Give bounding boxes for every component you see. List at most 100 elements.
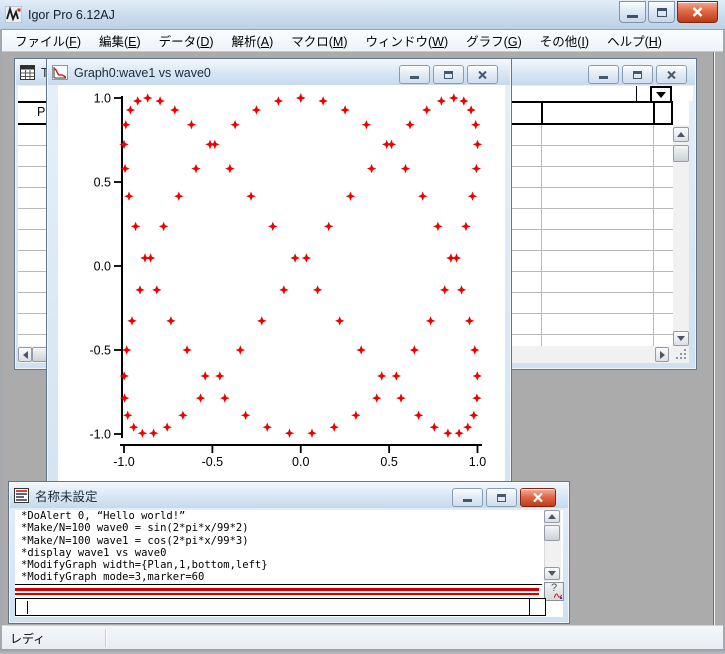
data-point-marker [405, 120, 414, 129]
data-point-marker [401, 164, 410, 173]
menu-item-misc[interactable]: その他(I) [531, 28, 598, 53]
command-window-body: *DoAlert 0, “Hello world!”*Make/N=100 wa… [15, 510, 563, 617]
main-close-button[interactable] [677, 1, 718, 23]
arrow-left-icon [23, 351, 28, 359]
y-tick-label: -0.5 [89, 344, 111, 358]
command-scroll-down-button[interactable] [544, 567, 560, 580]
main-titlebar[interactable]: Igor Pro 6.12AJ [0, 0, 725, 30]
help-label: ? [551, 583, 557, 593]
menu-item-help[interactable]: ヘルプ(H) [598, 28, 671, 53]
data-point-marker [241, 411, 250, 420]
table-maximize-button[interactable] [622, 65, 653, 84]
main-window-title: Igor Pro 6.12AJ [28, 8, 115, 22]
data-point-marker [410, 345, 419, 354]
data-point-marker [473, 371, 482, 380]
data-point-marker [351, 411, 360, 420]
data-point-marker [133, 96, 142, 105]
data-point-marker [330, 423, 339, 432]
data-point-marker [159, 222, 168, 231]
table-resize-grip[interactable] [673, 346, 689, 363]
command-input-divider [529, 598, 530, 616]
graph-minimize-button[interactable] [399, 65, 430, 84]
data-point-marker [182, 345, 191, 354]
close-icon [478, 71, 487, 79]
data-point-marker [463, 423, 472, 432]
command-separator-line [15, 593, 539, 595]
data-point-marker [126, 105, 135, 114]
command-window: 名称未設定 *DoAlert 0, “Hello world!”*Make/N=… [8, 481, 570, 624]
command-maximize-button[interactable] [486, 488, 517, 507]
menu-item-file[interactable]: ファイル(F) [6, 28, 90, 53]
data-point-marker [437, 96, 446, 105]
minimize-icon [599, 76, 608, 79]
command-scroll-up-button[interactable] [544, 510, 560, 523]
data-point-marker [377, 371, 386, 380]
data-point-marker [302, 253, 311, 262]
table-close-button[interactable] [656, 65, 687, 84]
menu-item-graph[interactable]: グラフ(G) [457, 28, 531, 53]
maximize-icon [497, 494, 506, 502]
data-point-marker [452, 253, 461, 262]
data-point-marker [414, 411, 423, 420]
data-point-marker [246, 192, 255, 201]
statusbar: レディ [2, 625, 723, 650]
history-bottom-border [15, 584, 542, 585]
menu-item-data[interactable]: データ(D) [150, 28, 223, 53]
command-separator-line [15, 588, 539, 591]
command-close-button[interactable] [520, 488, 556, 507]
data-point-marker [135, 285, 144, 294]
table-column-gridline [541, 125, 542, 346]
data-point-marker [324, 222, 333, 231]
maximize-icon [633, 71, 642, 79]
table-scroll-up-button[interactable] [673, 127, 689, 142]
arrow-down-icon [677, 336, 685, 341]
main-maximize-button[interactable] [648, 1, 675, 23]
table-minimize-button[interactable] [588, 65, 619, 84]
chevron-down-icon [656, 92, 666, 98]
data-point-marker [120, 371, 129, 380]
table-window-controls [588, 65, 687, 84]
data-point-marker [252, 105, 261, 114]
data-point-marker [466, 105, 475, 114]
data-point-marker [457, 285, 466, 294]
data-point-marker [178, 411, 187, 420]
data-point-marker [454, 429, 463, 438]
command-input[interactable] [15, 598, 546, 616]
data-point-marker [138, 429, 147, 438]
menu-item-edit[interactable]: 編集(E) [90, 28, 150, 53]
table-column-gridline [653, 125, 654, 346]
window-frame [0, 649, 725, 654]
command-minimize-button[interactable] [452, 488, 483, 507]
data-point-marker [313, 285, 322, 294]
menu-item-macro[interactable]: マクロ(M) [282, 28, 356, 53]
graph-window-titlebar[interactable]: Graph0:wave1 vs wave0 [48, 60, 510, 85]
minimize-icon [463, 499, 472, 502]
history-line: *Make/N=100 wave0 = sin(2*pi*x/99*2) [15, 522, 542, 534]
main-minimize-button[interactable] [619, 1, 646, 23]
data-point-marker [127, 316, 136, 325]
data-point-marker [473, 140, 482, 149]
x-tick-label: 0.5 [380, 455, 397, 469]
table-scroll-right-button[interactable] [655, 347, 669, 362]
table-scroll-left-button[interactable] [18, 347, 32, 362]
table-vertical-scroll-thumb[interactable] [673, 145, 689, 162]
menu-item-window[interactable]: ウィンドウ(W) [357, 28, 458, 53]
data-point-marker [143, 93, 152, 102]
command-scroll-thumb[interactable] [544, 525, 560, 541]
graph-maximize-button[interactable] [433, 65, 464, 84]
data-point-marker [290, 253, 299, 262]
data-point-marker [285, 429, 294, 438]
graph-close-button[interactable] [467, 65, 498, 84]
status-text: レディ [2, 630, 45, 647]
command-help-button[interactable]: ? [544, 582, 564, 601]
command-window-title: 名称未設定 [35, 486, 98, 505]
graph-window-controls [399, 65, 498, 84]
data-point-marker [129, 423, 138, 432]
close-icon [667, 71, 676, 79]
command-window-titlebar[interactable]: 名称未設定 [10, 483, 568, 508]
data-point-marker [468, 192, 477, 201]
data-point-marker [461, 222, 470, 231]
mini-wave-icon [554, 593, 562, 599]
table-scroll-down-button[interactable] [673, 331, 689, 346]
menu-item-analysis[interactable]: 解析(A) [223, 28, 283, 53]
